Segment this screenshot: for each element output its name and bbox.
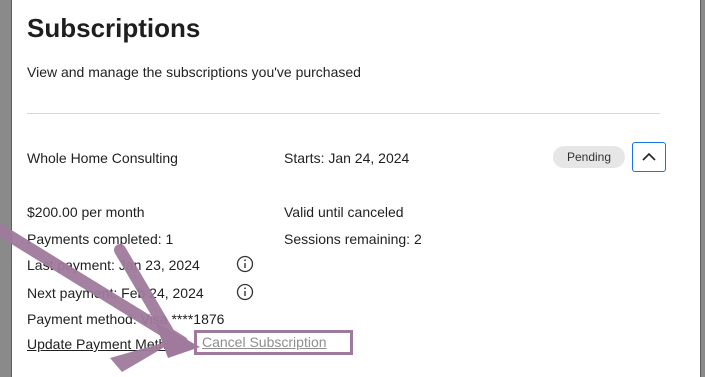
payments-completed: Payments completed: 1 [27,231,174,247]
update-payment-method-link[interactable]: Update Payment Method [27,336,182,352]
page-subtitle: View and manage the subscriptions you've… [27,64,361,80]
chevron-up-icon [642,152,656,161]
last-payment: Last payment: Jan 23, 2024 [27,257,200,273]
info-icon[interactable] [236,283,254,301]
cancel-subscription-link[interactable]: Cancel Subscription [194,330,353,355]
start-date: Starts: Jan 24, 2024 [284,150,410,166]
info-icon[interactable] [236,255,254,273]
price: $200.00 per month [27,204,145,220]
validity: Valid until canceled [284,204,404,220]
status-badge: Pending [553,146,625,168]
page-title: Subscriptions [27,13,201,43]
divider [27,113,660,114]
subscription-name: Whole Home Consulting [27,150,178,166]
collapse-button[interactable] [632,142,666,172]
sessions-remaining: Sessions remaining: 2 [284,231,422,247]
payment-method: Payment method: Visa ****1876 [27,311,225,327]
next-payment: Next payment: Feb 24, 2024 [27,285,204,301]
